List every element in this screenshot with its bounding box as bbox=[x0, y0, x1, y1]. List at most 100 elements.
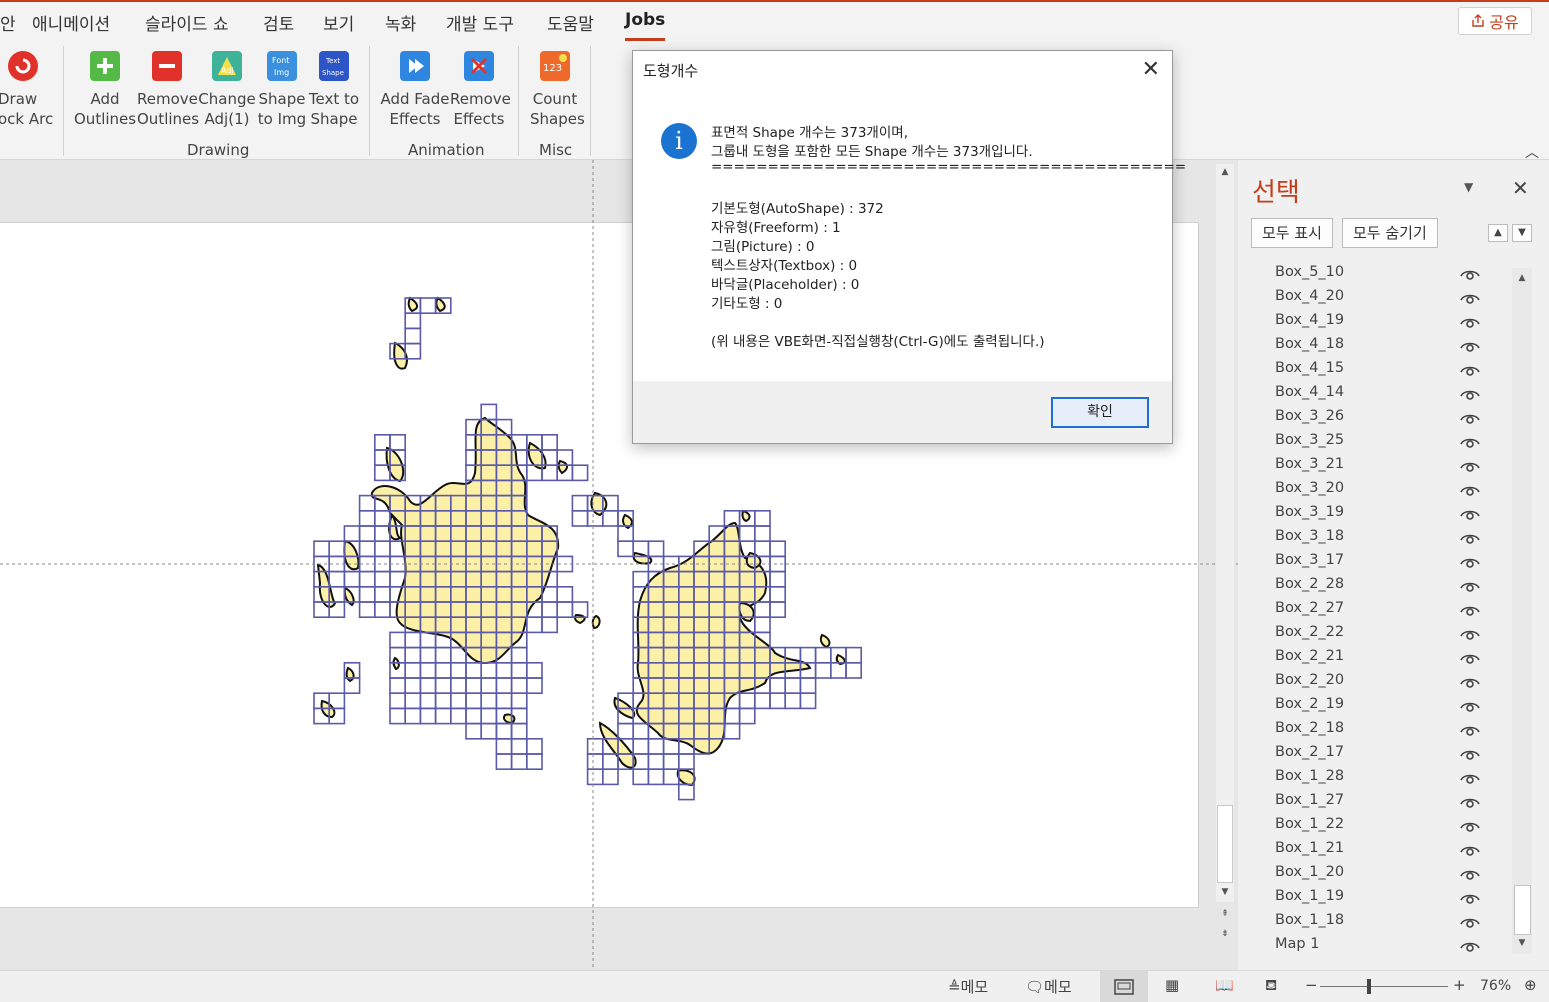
tab-slideshow[interactable]: 슬라이드 쇼 bbox=[145, 10, 229, 35]
shape-list-item[interactable]: Box_2_17 bbox=[1238, 740, 1508, 764]
remove-outlines-button[interactable]: Remove Outlines bbox=[137, 48, 199, 129]
shape-list-item[interactable]: Box_3_26 bbox=[1238, 404, 1508, 428]
shape-list-item[interactable]: Box_1_27 bbox=[1238, 788, 1508, 812]
show-all-button[interactable]: 모두 표시 bbox=[1251, 218, 1333, 248]
visibility-eye-icon[interactable] bbox=[1460, 482, 1480, 496]
zoom-slider[interactable] bbox=[1320, 986, 1448, 987]
visibility-eye-icon[interactable] bbox=[1460, 458, 1480, 472]
pane-scroll-down-icon[interactable]: ▼ bbox=[1513, 935, 1531, 951]
tab-review[interactable]: 검토 bbox=[263, 10, 294, 35]
shape-list-item[interactable]: Box_3_17 bbox=[1238, 548, 1508, 572]
fit-to-window-icon[interactable]: ⊕ bbox=[1524, 976, 1537, 994]
visibility-eye-icon[interactable] bbox=[1460, 914, 1480, 928]
shape-list-item[interactable]: Box_4_15 bbox=[1238, 356, 1508, 380]
zoom-out-button[interactable]: − bbox=[1305, 976, 1318, 994]
shape-list-item[interactable]: Box_4_19 bbox=[1238, 308, 1508, 332]
visibility-eye-icon[interactable] bbox=[1460, 314, 1480, 328]
visibility-eye-icon[interactable] bbox=[1460, 818, 1480, 832]
shape-list-item[interactable]: Box_1_22 bbox=[1238, 812, 1508, 836]
shape-list-item[interactable]: Box_2_20 bbox=[1238, 668, 1508, 692]
reading-view-icon[interactable]: 📖 bbox=[1215, 976, 1234, 994]
visibility-eye-icon[interactable] bbox=[1460, 866, 1480, 880]
slide-vertical-scrollbar[interactable] bbox=[1216, 164, 1234, 902]
tab-animations[interactable]: 애니메이션 bbox=[32, 10, 110, 35]
slide-sorter-icon[interactable]: ▦ bbox=[1165, 976, 1179, 994]
bring-forward-icon[interactable]: ▲ bbox=[1488, 224, 1508, 242]
visibility-eye-icon[interactable] bbox=[1460, 338, 1480, 352]
shape-list-item[interactable]: Box_1_19 bbox=[1238, 884, 1508, 908]
visibility-eye-icon[interactable] bbox=[1460, 410, 1480, 424]
shape-list-item[interactable]: Box_1_20 bbox=[1238, 860, 1508, 884]
visibility-eye-icon[interactable] bbox=[1460, 938, 1480, 952]
visibility-eye-icon[interactable] bbox=[1460, 674, 1480, 688]
shape-list-item[interactable]: Box_2_19 bbox=[1238, 692, 1508, 716]
tab-view[interactable]: 보기 bbox=[323, 10, 354, 35]
tab-record[interactable]: 녹화 bbox=[385, 10, 416, 35]
count-shapes-button[interactable]: 123 Count Shapes bbox=[530, 48, 585, 129]
visibility-eye-icon[interactable] bbox=[1460, 890, 1480, 904]
shape-list-item[interactable]: Box_1_28 bbox=[1238, 764, 1508, 788]
slideshow-view-icon[interactable]: ⛾ bbox=[1265, 976, 1277, 996]
scroll-down-icon[interactable]: ▼ bbox=[1216, 884, 1234, 900]
visibility-eye-icon[interactable] bbox=[1460, 722, 1480, 736]
visibility-eye-icon[interactable] bbox=[1460, 506, 1480, 520]
next-slide-icon[interactable]: ⇟ bbox=[1216, 926, 1234, 942]
scroll-up-icon[interactable]: ▲ bbox=[1216, 164, 1234, 180]
tab-developer[interactable]: 개발 도구 bbox=[446, 10, 514, 35]
pane-scrollbar[interactable] bbox=[1512, 268, 1532, 954]
notes-button[interactable]: ≜메모 bbox=[948, 976, 988, 997]
visibility-eye-icon[interactable] bbox=[1460, 362, 1480, 376]
visibility-eye-icon[interactable] bbox=[1460, 266, 1480, 280]
visibility-eye-icon[interactable] bbox=[1460, 290, 1480, 304]
shape-list-item[interactable]: Box_1_21 bbox=[1238, 836, 1508, 860]
shape-list-item[interactable]: Box_4_14 bbox=[1238, 380, 1508, 404]
previous-slide-icon[interactable]: ⇞ bbox=[1216, 906, 1234, 922]
shape-list-item[interactable]: Box_4_18 bbox=[1238, 332, 1508, 356]
visibility-eye-icon[interactable] bbox=[1460, 770, 1480, 784]
share-button[interactable]: 공유 bbox=[1458, 7, 1532, 35]
visibility-eye-icon[interactable] bbox=[1460, 626, 1480, 640]
tab-jobs[interactable]: Jobs bbox=[625, 10, 666, 41]
shape-list-item[interactable]: Box_2_18 bbox=[1238, 716, 1508, 740]
slide-scroll-thumb[interactable] bbox=[1217, 805, 1233, 883]
ok-button[interactable]: 확인 bbox=[1051, 397, 1149, 428]
shape-to-img-button[interactable]: Font Img Shape to Img bbox=[257, 48, 307, 129]
visibility-eye-icon[interactable] bbox=[1460, 650, 1480, 664]
shape-list-item[interactable]: Box_2_22 bbox=[1238, 620, 1508, 644]
comments-button[interactable]: 🗨메모 bbox=[1025, 976, 1072, 997]
visibility-eye-icon[interactable] bbox=[1460, 602, 1480, 616]
add-outlines-button[interactable]: Add Outlines bbox=[74, 48, 136, 129]
shape-list-item[interactable]: Box_3_20 bbox=[1238, 476, 1508, 500]
visibility-eye-icon[interactable] bbox=[1460, 554, 1480, 568]
pane-scroll-up-icon[interactable]: ▲ bbox=[1513, 270, 1531, 286]
change-adj-button[interactable]: Adj Change Adj(1) bbox=[198, 48, 256, 129]
pane-scroll-thumb[interactable] bbox=[1514, 885, 1531, 935]
add-fade-effects-button[interactable]: Add Fade Effects bbox=[380, 48, 450, 129]
tab-help[interactable]: 도움말 bbox=[547, 10, 594, 35]
dialog-close-icon[interactable]: ✕ bbox=[1142, 57, 1160, 82]
shape-list-item[interactable]: Box_3_25 bbox=[1238, 428, 1508, 452]
zoom-slider-thumb[interactable] bbox=[1367, 979, 1371, 994]
collapse-ribbon-icon[interactable]: ︿ bbox=[1525, 142, 1539, 162]
zoom-in-button[interactable]: + bbox=[1453, 976, 1466, 994]
tab-design[interactable]: 안 bbox=[0, 10, 16, 35]
visibility-eye-icon[interactable] bbox=[1460, 794, 1480, 808]
shape-list-item[interactable]: Box_2_27 bbox=[1238, 596, 1508, 620]
visibility-eye-icon[interactable] bbox=[1460, 842, 1480, 856]
hide-all-button[interactable]: 모두 숨기기 bbox=[1342, 218, 1438, 248]
shape-list-item[interactable]: Box_1_18 bbox=[1238, 908, 1508, 932]
visibility-eye-icon[interactable] bbox=[1460, 530, 1480, 544]
visibility-eye-icon[interactable] bbox=[1460, 386, 1480, 400]
shape-list-item[interactable]: Box_3_18 bbox=[1238, 524, 1508, 548]
shape-list-item[interactable]: Box_5_10 bbox=[1238, 260, 1508, 284]
normal-view-button[interactable] bbox=[1100, 971, 1148, 1002]
text-to-shape-button[interactable]: Text Shape Text to Shape bbox=[308, 48, 360, 129]
shape-list-item[interactable]: Box_2_28 bbox=[1238, 572, 1508, 596]
visibility-eye-icon[interactable] bbox=[1460, 746, 1480, 760]
visibility-eye-icon[interactable] bbox=[1460, 578, 1480, 592]
visibility-eye-icon[interactable] bbox=[1460, 698, 1480, 712]
shape-list-item[interactable]: Box_4_20 bbox=[1238, 284, 1508, 308]
zoom-level[interactable]: 76% bbox=[1480, 978, 1511, 994]
pane-close-icon[interactable]: ✕ bbox=[1512, 176, 1529, 200]
visibility-eye-icon[interactable] bbox=[1460, 434, 1480, 448]
